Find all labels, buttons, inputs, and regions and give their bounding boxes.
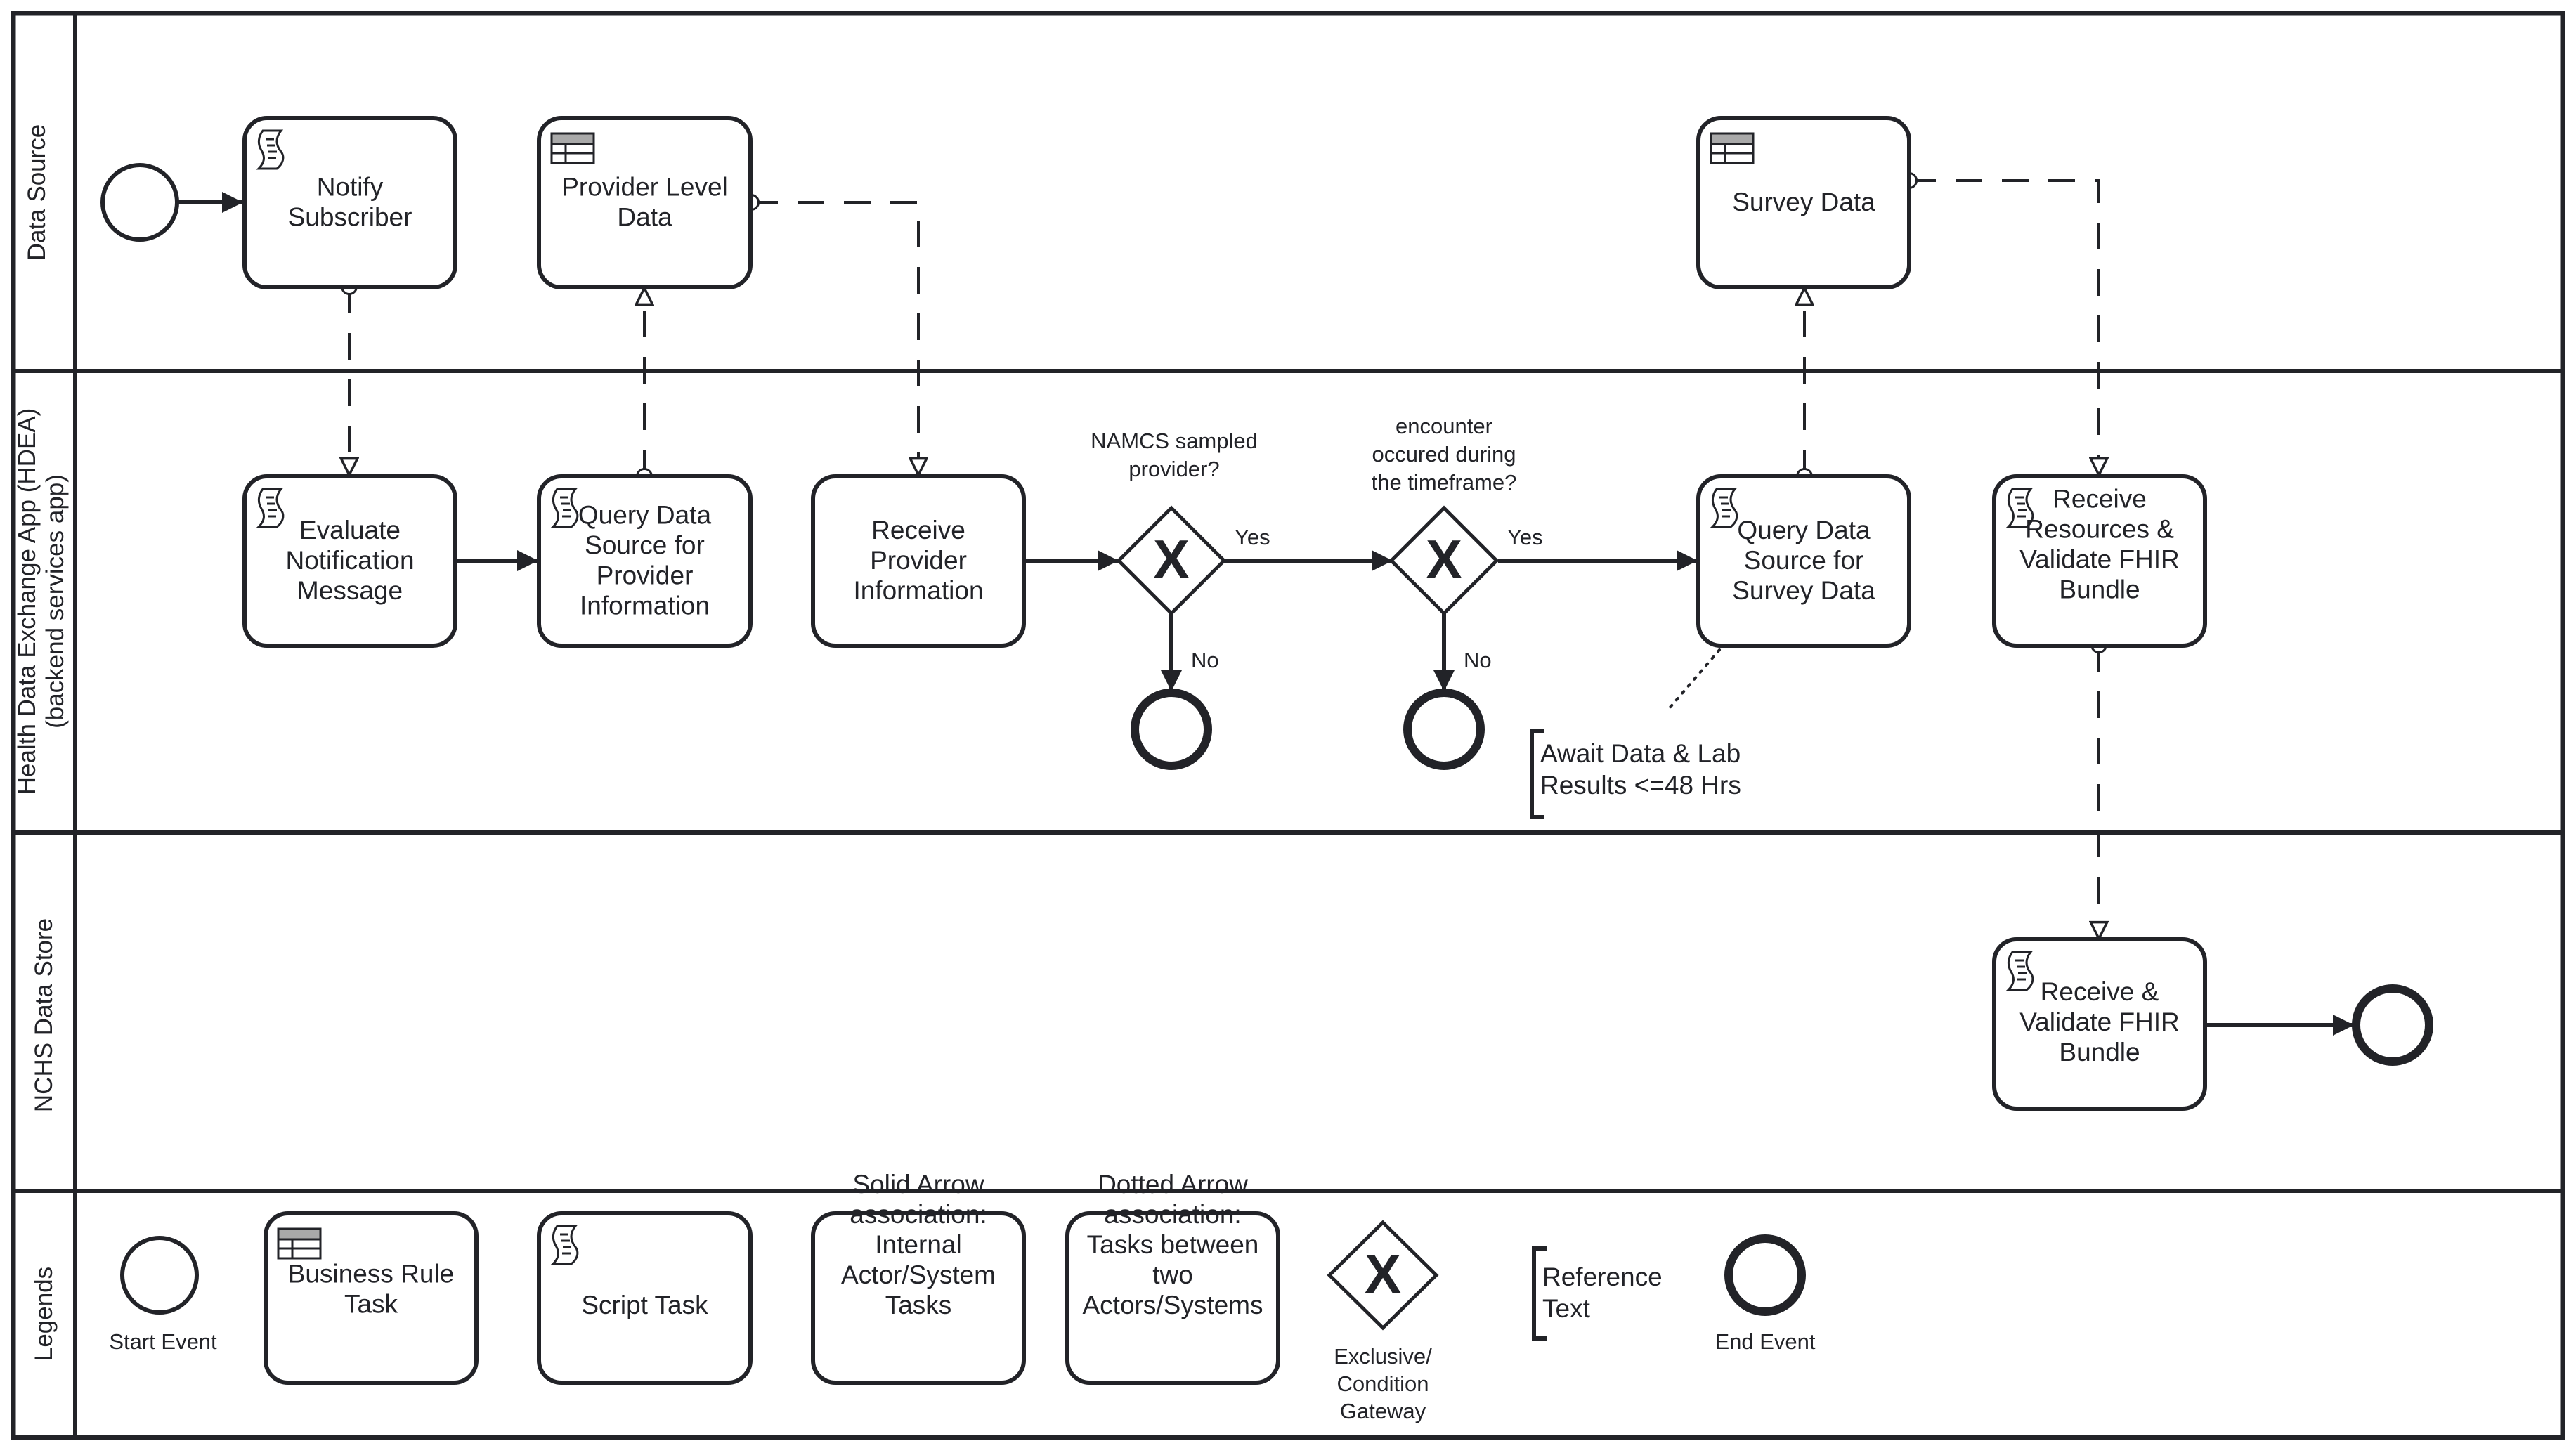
end-event-encounter-no[interactable] xyxy=(1403,689,1485,770)
svg-text:Results <=48 Hrs: Results <=48 Hrs xyxy=(1540,771,1741,800)
task-label-line: Task xyxy=(344,1290,398,1319)
task-label-line: Dotted Arrow xyxy=(1098,1170,1248,1199)
task-label-line: Query Data xyxy=(1737,516,1871,544)
task-provider-level-data[interactable]: Provider LevelData xyxy=(537,116,753,289)
task-label-line: Message xyxy=(297,576,403,605)
task-label-line: Receive & xyxy=(2041,977,2159,1006)
task-label-line: Tasks xyxy=(885,1291,952,1319)
svg-text:occured during: occured during xyxy=(1372,442,1516,467)
task-notify-subscriber[interactable]: NotifySubscriber xyxy=(242,116,457,289)
gateway-x-icon: X xyxy=(1153,528,1190,590)
task-label-line: Internal xyxy=(875,1230,961,1259)
task-label-line: Source for xyxy=(1744,546,1864,575)
svg-text:NCHS Data Store: NCHS Data Store xyxy=(30,918,58,1112)
task-query-survey-data[interactable]: Query DataSource forSurvey Data xyxy=(1696,474,1911,648)
end-event-final[interactable] xyxy=(2352,984,2433,1066)
end-event-namcs-no[interactable] xyxy=(1131,689,1212,770)
svg-text:Health Data Exchange App (HDEA: Health Data Exchange App (HDEA) xyxy=(13,408,41,795)
svg-text:End Event: End Event xyxy=(1715,1329,1815,1354)
lane-label-data-source: Data Source xyxy=(23,124,51,261)
svg-text:Condition: Condition xyxy=(1337,1371,1429,1396)
task-survey-data[interactable]: Survey Data xyxy=(1696,116,1911,289)
svg-text:Reference: Reference xyxy=(1542,1263,1663,1291)
svg-text:the timeframe?: the timeframe? xyxy=(1372,470,1517,495)
svg-text:Gateway: Gateway xyxy=(1340,1399,1426,1423)
task-label-line: Notification xyxy=(285,546,414,575)
task-receive-resources-validate[interactable]: ReceiveResources &Validate FHIRBundle xyxy=(1992,474,2207,648)
svg-text:(backend services app): (backend services app) xyxy=(41,474,69,729)
lane-label-nchs: NCHS Data Store xyxy=(30,918,58,1112)
task-label-line: Query Data xyxy=(578,501,712,530)
svg-text:Text: Text xyxy=(1542,1294,1591,1323)
task-label-line: association: xyxy=(1104,1200,1241,1229)
task-label-line: Provider xyxy=(597,561,694,590)
task-label-line: Actor/System xyxy=(841,1260,996,1289)
svg-text:encounter: encounter xyxy=(1396,414,1492,438)
task-evaluate-notification[interactable]: EvaluateNotificationMessage xyxy=(242,474,457,648)
task-label-line: Tasks between xyxy=(1087,1230,1259,1259)
task-label-line: Notify xyxy=(317,173,384,202)
task-label-line: Data xyxy=(617,203,672,232)
task-label-line: Survey Data xyxy=(1732,576,1875,605)
gateway-x-icon: X xyxy=(1426,528,1462,590)
task-label-line: Receive xyxy=(871,516,965,544)
svg-text:Await Data & Lab: Await Data & Lab xyxy=(1540,739,1741,768)
task-label-line: Validate FHIR xyxy=(2019,545,2180,574)
svg-text:Exclusive/: Exclusive/ xyxy=(1334,1344,1432,1369)
svg-text:provider?: provider? xyxy=(1128,457,1219,481)
task-label-line: Provider Level xyxy=(561,173,728,202)
gateway-namcs-yes-label: Yes xyxy=(1235,525,1270,549)
gateway-encounter-yes-label: Yes xyxy=(1507,525,1543,549)
task-label-line: Business Rule xyxy=(288,1260,455,1289)
business-rule-table-icon xyxy=(550,132,595,164)
task-label-line: two xyxy=(1152,1260,1193,1289)
gateway-namcs-no-label: No xyxy=(1191,648,1219,672)
gateway-encounter-no-label: No xyxy=(1464,648,1492,672)
task-label-line: Actors/Systems xyxy=(1083,1291,1263,1319)
bpmn-diagram: Data Source Health Data Exchange App (HD… xyxy=(11,11,2565,1440)
task-label-line: Source for xyxy=(585,531,705,560)
task-receive-provider-info[interactable]: ReceiveProviderInformation xyxy=(811,474,1026,648)
task-label-line: Information xyxy=(580,592,710,620)
svg-text:Data Source: Data Source xyxy=(23,124,51,261)
business-rule-table-icon xyxy=(1710,132,1755,164)
task-label-line: Provider xyxy=(870,546,967,575)
legend-script-task: Script Task xyxy=(537,1211,753,1385)
svg-text:Legends: Legends xyxy=(30,1267,58,1361)
task-label-line: Bundle xyxy=(2059,575,2140,604)
task-label-line: Resources & xyxy=(2025,515,2174,544)
legend-business-rule-task: Business RuleTask xyxy=(264,1211,479,1385)
svg-text:Start Event: Start Event xyxy=(109,1329,217,1354)
task-label-line: Validate FHIR xyxy=(2019,1007,2180,1036)
task-receive-validate-fhir[interactable]: Receive &Validate FHIRBundle xyxy=(1992,937,2207,1111)
business-rule-table-icon xyxy=(277,1227,322,1260)
task-label-line: Bundle xyxy=(2059,1038,2140,1067)
task-label-line: Subscriber xyxy=(288,203,412,232)
task-label-line: Receive xyxy=(2053,485,2147,514)
svg-text:NAMCS sampled: NAMCS sampled xyxy=(1091,429,1258,453)
task-label-line: association: xyxy=(850,1200,987,1229)
lane-label-legends: Legends xyxy=(30,1267,58,1361)
task-label-line: Evaluate xyxy=(299,516,401,544)
gateway-x-icon: X xyxy=(1365,1243,1401,1305)
task-label-line: Survey Data xyxy=(1732,188,1875,216)
task-label-line: Solid Arrow xyxy=(852,1170,984,1199)
task-label-line: Script Task xyxy=(581,1291,708,1319)
start-event[interactable] xyxy=(100,163,179,242)
task-query-provider-info[interactable]: Query DataSource forProviderInformation xyxy=(537,474,753,648)
task-label-line: Information xyxy=(853,576,983,605)
